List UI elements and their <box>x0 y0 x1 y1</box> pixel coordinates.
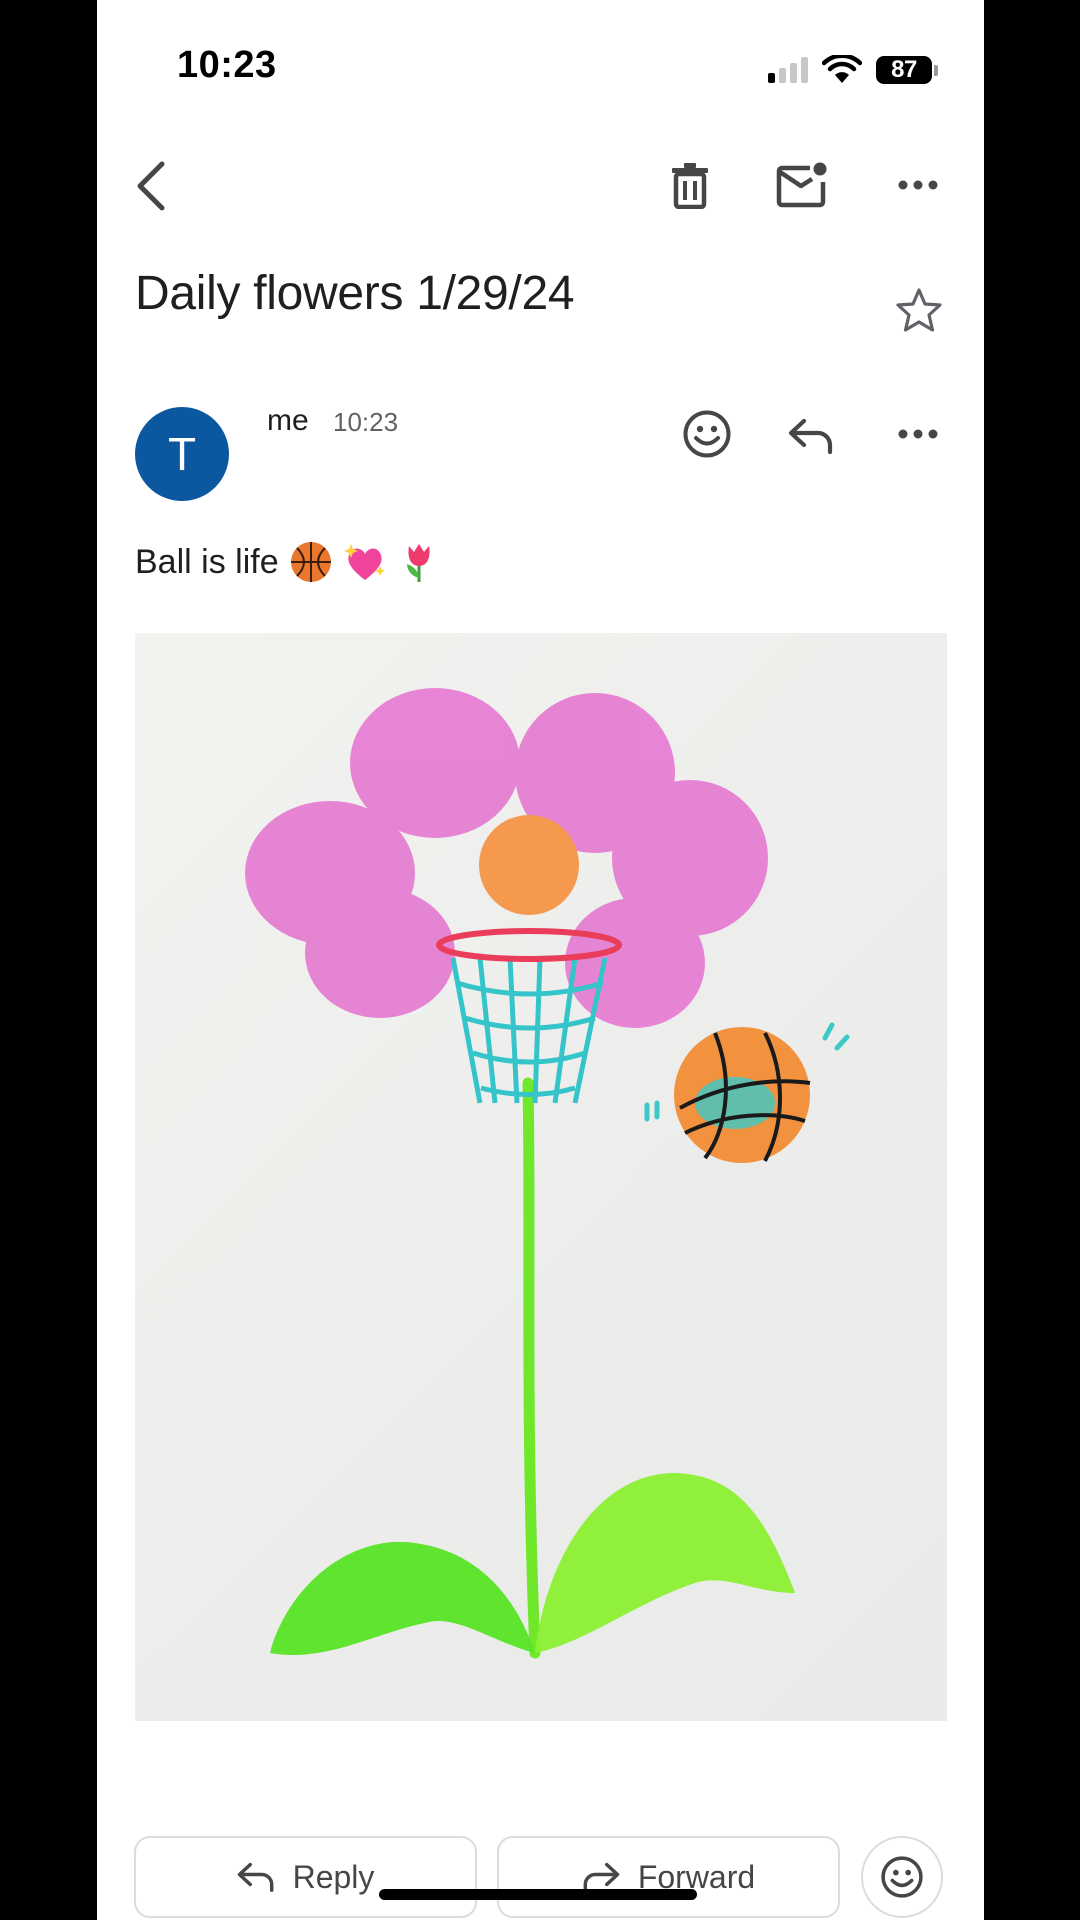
email-subject: Daily flowers 1/29/24 <box>135 267 575 320</box>
basketball-emoji <box>290 542 331 582</box>
cellular-signal-icon <box>768 57 808 83</box>
trash-icon[interactable] <box>661 156 719 214</box>
battery-level: 87 <box>876 56 932 84</box>
email-body-text: Ball is life <box>135 540 441 584</box>
reply-button[interactable]: Reply <box>134 1836 477 1918</box>
avatar[interactable]: T <box>135 407 229 501</box>
reply-icon <box>237 1862 274 1892</box>
email-screen: 10:23 87 Daily flowers 1/29/24 T me 10:2… <box>97 0 984 1920</box>
flying-basketball <box>644 1022 850 1163</box>
message-more-icon[interactable] <box>889 408 947 460</box>
reply-label: Reply <box>292 1858 375 1895</box>
stem <box>522 1077 541 1659</box>
more-icon[interactable] <box>889 156 947 214</box>
flower-basketball-drawing <box>245 688 850 1659</box>
forward-button[interactable]: Forward <box>497 1836 840 1918</box>
body-text: Ball is life <box>135 542 279 581</box>
tulip-emoji <box>406 544 430 582</box>
star-icon[interactable] <box>892 283 946 337</box>
status-time: 10:23 <box>177 44 277 86</box>
smiley-icon <box>881 1856 923 1898</box>
sparkling-heart-emoji <box>343 544 385 580</box>
right-leaf <box>535 1473 795 1653</box>
home-indicator[interactable] <box>379 1889 697 1900</box>
sender-name[interactable]: me <box>267 404 309 438</box>
flower-center-ball <box>479 815 579 915</box>
forward-icon <box>583 1862 620 1892</box>
add-reaction-icon[interactable] <box>681 408 733 460</box>
emoji-react-button[interactable] <box>861 1836 943 1918</box>
attachment-image[interactable] <box>135 633 947 1721</box>
sent-time: 10:23 <box>333 407 399 437</box>
wifi-icon <box>822 55 862 83</box>
mark-unread-icon[interactable] <box>773 156 831 214</box>
reply-icon[interactable] <box>785 410 837 462</box>
left-leaf <box>270 1541 535 1656</box>
status-icons: 87 <box>768 52 938 88</box>
battery-icon: 87 <box>876 56 938 84</box>
back-arrow-icon[interactable] <box>121 156 181 216</box>
